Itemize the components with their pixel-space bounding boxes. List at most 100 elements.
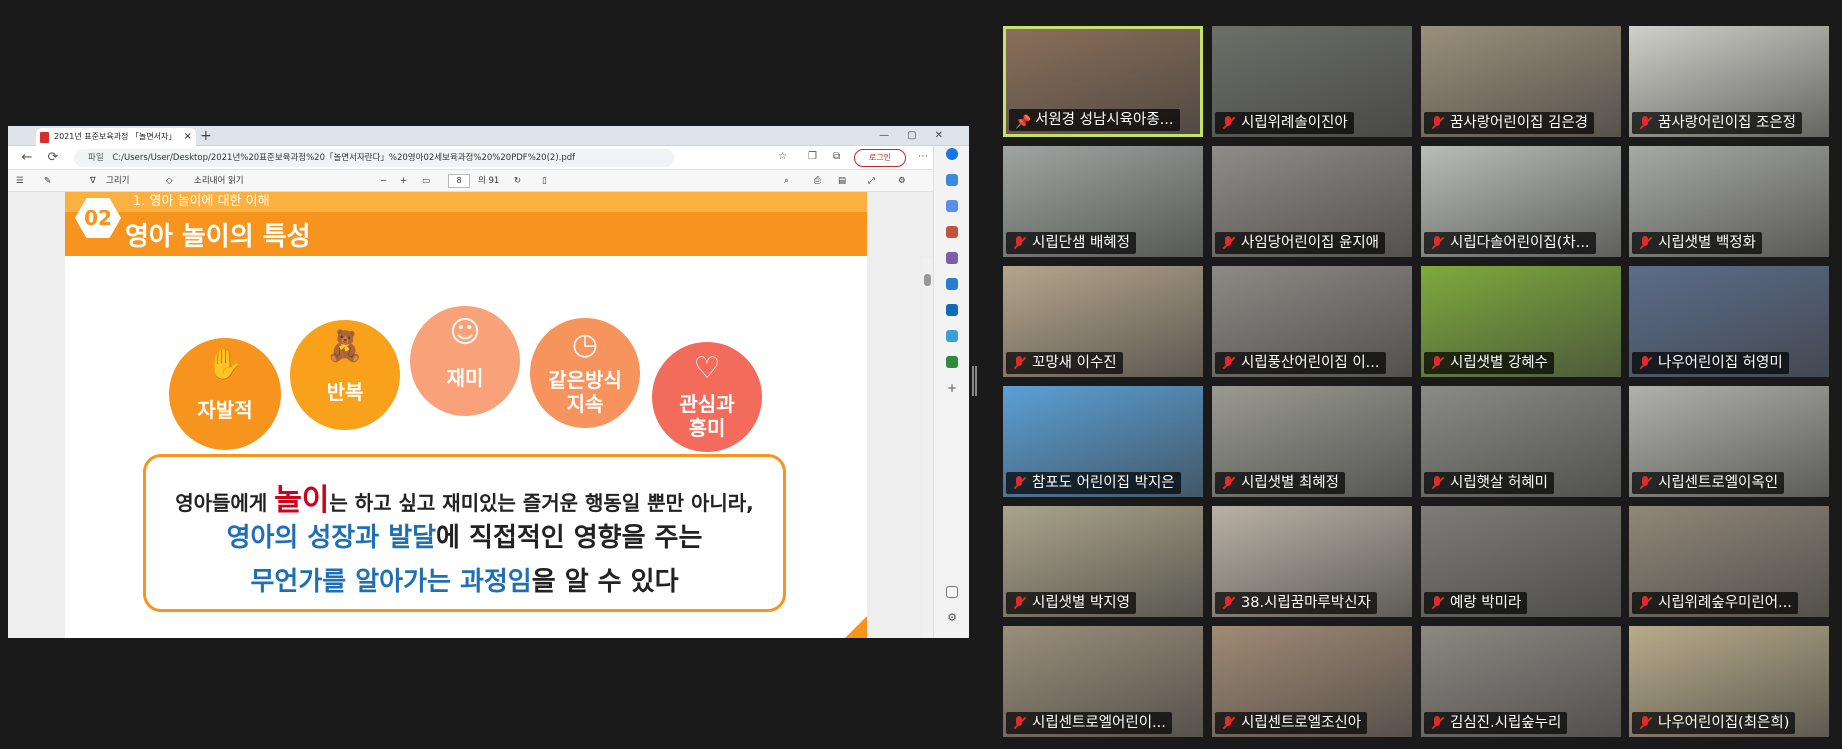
participant-name-text: 나우어린이집 허영미 xyxy=(1658,355,1783,371)
fullscreen-icon[interactable]: ⤢ xyxy=(868,170,875,192)
participant-name-text: 나우어린이집(최은희) xyxy=(1658,715,1790,731)
participant-name-text: 김심진.시립숲누리 xyxy=(1450,715,1562,731)
highlight-icon[interactable]: ✎ xyxy=(44,170,51,192)
tree-icon[interactable] xyxy=(946,356,958,368)
back-icon[interactable]: ← xyxy=(18,149,36,167)
participant-tile[interactable]: 38.시립꿈마루박신자 xyxy=(1212,506,1412,617)
summary-line-1: 영아들에게 놀이는 하고 싶고 재미있는 즐거운 행동일 뿐만 아니라, xyxy=(146,475,783,519)
participant-name: 시립풍산어린이집 이... xyxy=(1215,352,1386,374)
participant-tile[interactable]: 김심진.시립숲누리 xyxy=(1421,626,1621,737)
rotate-icon[interactable]: ↻ xyxy=(514,170,521,192)
participant-tile[interactable]: 시립샛별 백정화 xyxy=(1629,146,1829,257)
participant-name-text: 시립다솔어린이집(차... xyxy=(1450,235,1590,251)
more-icon[interactable]: ⋯ xyxy=(918,151,928,162)
window-controls[interactable]: —▢✕ xyxy=(879,126,961,146)
login-button[interactable]: 로그인 xyxy=(854,149,906,167)
favorites-icon[interactable]: ☆ xyxy=(778,151,787,162)
outlook-icon[interactable] xyxy=(946,304,958,316)
participant-tile[interactable]: 예랑 박미라 xyxy=(1421,506,1621,617)
split-handle[interactable] xyxy=(972,366,977,396)
muted-mic-icon xyxy=(1012,236,1026,250)
search-icon[interactable]: ⌕ xyxy=(784,170,789,192)
zoom-out-button[interactable]: − xyxy=(380,170,387,192)
participant-tile[interactable]: 시립위례숲우미린어... xyxy=(1629,506,1829,617)
circle-label-2: 지속 xyxy=(566,392,604,416)
sidebar-layout-icon[interactable] xyxy=(946,586,958,598)
circle-label: 같은방식 xyxy=(548,368,622,392)
circle-label: 재미 xyxy=(446,366,484,390)
participant-name: 시립센트로엘이옥인 xyxy=(1632,472,1785,494)
muted-mic-icon xyxy=(1012,476,1026,490)
participant-tile[interactable]: 시립샛별 최혜정 xyxy=(1212,386,1412,497)
muted-mic-icon xyxy=(1430,596,1444,610)
participant-name-text: 시립위례솔이진아 xyxy=(1241,115,1348,131)
games-icon[interactable] xyxy=(946,252,958,264)
participant-tile[interactable]: 참포도 어린이집 박지은 xyxy=(1003,386,1203,497)
copilot-icon[interactable] xyxy=(946,148,958,160)
save-icon[interactable]: ▤ xyxy=(838,170,846,192)
page-view-icon[interactable]: ▯ xyxy=(542,170,547,192)
url-input[interactable]: 파일 C:/Users/User/Desktop/2021년%20표준보육과정%… xyxy=(74,149,674,167)
zoom-in-button[interactable]: + xyxy=(400,170,407,192)
participant-tile[interactable]: 사임당어린이집 윤지애 xyxy=(1212,146,1412,257)
line1-highlight: 놀이 xyxy=(274,483,330,518)
participant-name: 꿈사랑어린이집 김은경 xyxy=(1424,112,1595,134)
muted-mic-icon xyxy=(1012,356,1026,370)
participant-tile[interactable]: 나우어린이집 허영미 xyxy=(1629,266,1829,377)
extensions-icon[interactable]: ⧉ xyxy=(833,151,840,162)
participant-name-text: 서원경 성남시육아종... xyxy=(1035,112,1174,128)
participant-tile[interactable]: 시립햇살 허혜미 xyxy=(1421,386,1621,497)
participant-tile[interactable]: 꿈사랑어린이집 조은정 xyxy=(1629,26,1829,137)
participant-tile[interactable]: 시립센트로엘이옥인 xyxy=(1629,386,1829,497)
clock-icon: ◷ xyxy=(571,327,599,362)
participant-name-text: 시립단샘 배혜정 xyxy=(1032,235,1130,251)
sidebar-search-icon[interactable] xyxy=(946,174,958,186)
participant-name-text: 시립샛별 강혜수 xyxy=(1450,355,1548,371)
pdf-document-area[interactable]: 02 1. 영아 놀이에 대한 이해 영아 놀이의 특성 ✋ 자발적 🧸 반복 ☺ 재미 ◷… xyxy=(8,192,933,638)
scrollbar-thumb[interactable] xyxy=(924,274,931,286)
muted-mic-icon xyxy=(1638,356,1652,370)
sidebar-settings-icon[interactable]: ⚙ xyxy=(946,612,958,624)
participant-tile[interactable]: 시립샛별 강혜수 xyxy=(1421,266,1621,377)
eraser-icon[interactable]: ◇ xyxy=(166,170,173,192)
toc-icon[interactable]: ☰ xyxy=(16,170,24,192)
microsoft365-icon[interactable] xyxy=(946,278,958,290)
participant-name: 시립단샘 배혜정 xyxy=(1006,232,1136,254)
participant-name: 시립위례솔이진아 xyxy=(1215,112,1354,134)
participant-tile[interactable]: 시립샛별 박지영 xyxy=(1003,506,1203,617)
participant-tile[interactable]: 시립센트로엘어린이... xyxy=(1003,626,1203,737)
vertical-scrollbar[interactable] xyxy=(922,258,933,638)
participant-tile[interactable]: 나우어린이집(최은희) xyxy=(1629,626,1829,737)
close-tab-icon[interactable]: × xyxy=(184,128,192,146)
draw-icon[interactable]: ∇ xyxy=(90,170,96,192)
collections-icon[interactable]: ❐ xyxy=(808,151,817,162)
settings-icon[interactable]: ⚙ xyxy=(898,170,906,192)
shopping-tag-icon[interactable] xyxy=(946,200,958,212)
participant-tile[interactable]: 꼬망새 이수진 xyxy=(1003,266,1203,377)
participant-tile[interactable]: 시립센트로엘조신아 xyxy=(1212,626,1412,737)
participant-tile[interactable]: 꿈사랑어린이집 김은경 xyxy=(1421,26,1621,137)
print-icon[interactable]: ⎙ xyxy=(814,170,821,192)
participant-name-text: 시립센트로엘조신아 xyxy=(1241,715,1362,731)
page-number-input[interactable]: 8 xyxy=(448,174,470,188)
muted-mic-icon xyxy=(1221,596,1235,610)
screen-share-window: 2021년 표준보육과정 「놀면서자」 × + —▢✕ ← ⟳ 파일 C:/Us… xyxy=(8,126,969,638)
participant-tile[interactable]: 📌 서원경 성남시육아종... xyxy=(1003,26,1203,137)
toolbox-icon[interactable] xyxy=(946,226,958,238)
participant-tile[interactable]: 시립단샘 배혜정 xyxy=(1003,146,1203,257)
read-aloud-label[interactable]: 소리내어 읽기 xyxy=(194,170,244,192)
participant-name: 시립샛별 강혜수 xyxy=(1424,352,1554,374)
browser-tab[interactable]: 2021년 표준보육과정 「놀면서자」 × xyxy=(36,128,196,146)
participant-name: 참포도 어린이집 박지은 xyxy=(1006,472,1181,494)
refresh-icon[interactable]: ⟳ xyxy=(44,149,62,167)
fit-page-icon[interactable]: ▭ xyxy=(422,170,430,192)
participant-tile[interactable]: 시립위례솔이진아 xyxy=(1212,26,1412,137)
new-tab-button[interactable]: + xyxy=(200,126,212,146)
drop-icon[interactable] xyxy=(946,330,958,342)
draw-label[interactable]: 그리기 xyxy=(106,170,129,192)
add-sidebar-icon[interactable]: + xyxy=(946,382,958,394)
participant-tile[interactable]: 시립풍산어린이집 이... xyxy=(1212,266,1412,377)
participant-name: 📌 서원경 성남시육아종... xyxy=(1009,109,1180,131)
participant-tile[interactable]: 시립다솔어린이집(차... xyxy=(1421,146,1621,257)
raised-hands-icon: ✋ xyxy=(206,347,244,382)
